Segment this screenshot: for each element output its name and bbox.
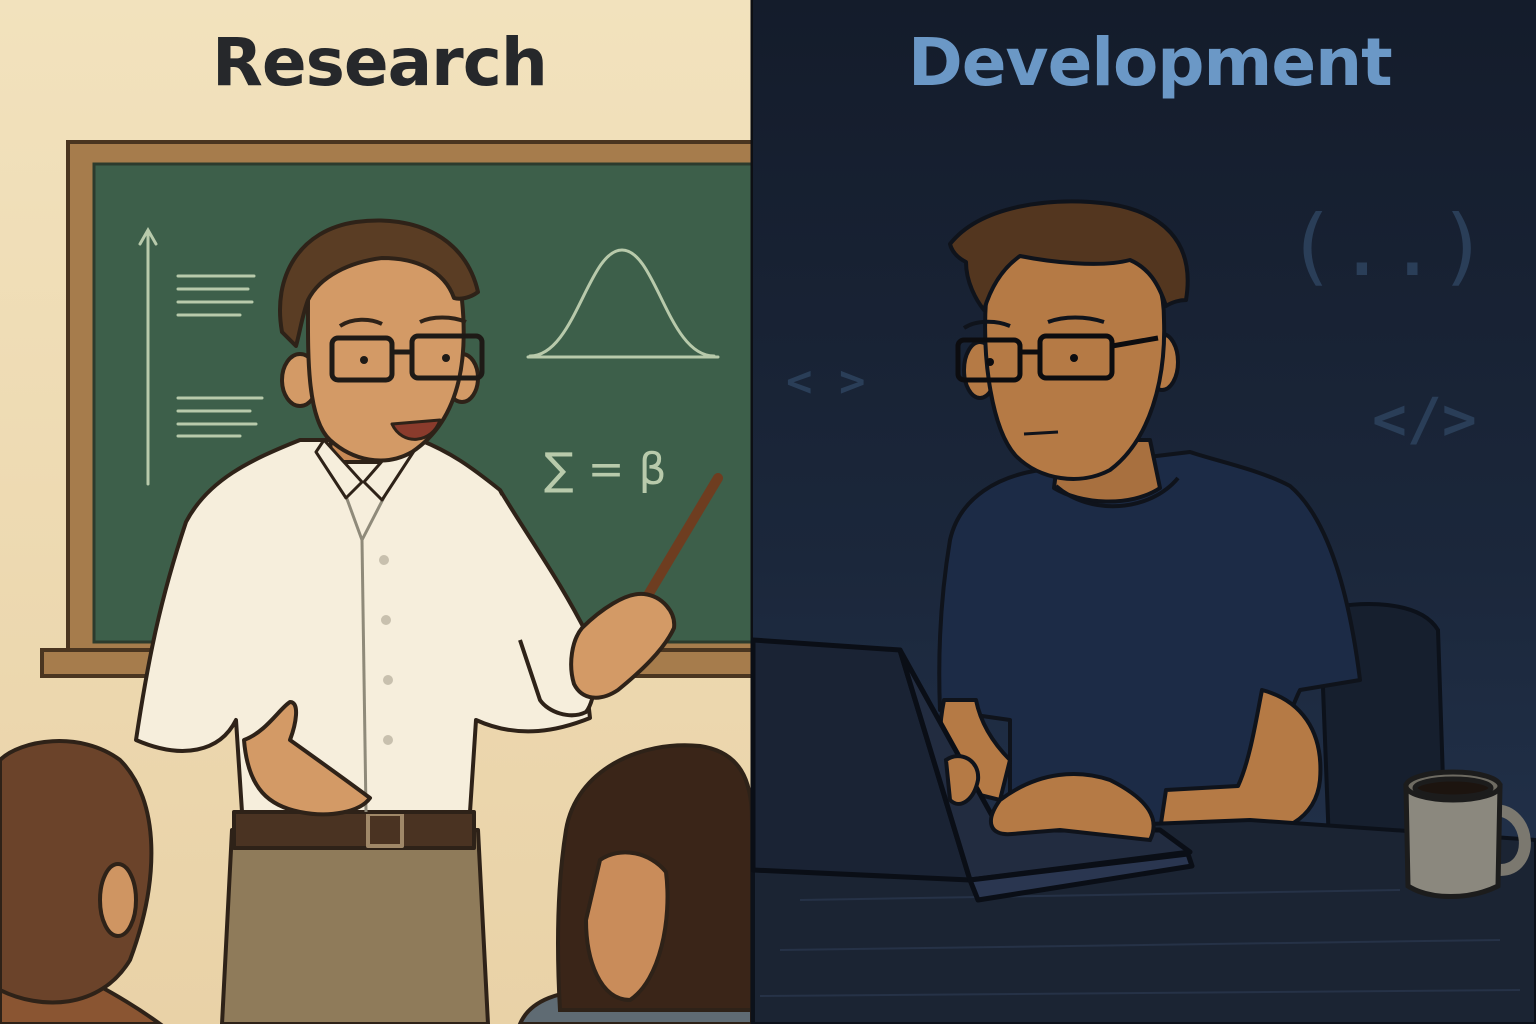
research-panel: ∑ = β — [0, 0, 770, 1024]
parentheses-icon: (..) — [1286, 197, 1489, 295]
research-title: Research — [212, 24, 548, 101]
angle-brackets-icon: < > — [786, 356, 866, 407]
developer-mouth — [1023, 430, 1059, 436]
chalkboard-equation: ∑ = β — [544, 444, 667, 495]
development-title: Development — [908, 24, 1393, 101]
trousers — [220, 828, 490, 1024]
belt — [232, 810, 476, 850]
illustration-scene: ∑ = β Research Development < > </> (..) — [0, 0, 1536, 1024]
closing-tag-icon: </> — [1372, 385, 1477, 453]
development-panel — [750, 0, 1536, 1024]
illustration-svg: ∑ = β — [0, 0, 1536, 1024]
